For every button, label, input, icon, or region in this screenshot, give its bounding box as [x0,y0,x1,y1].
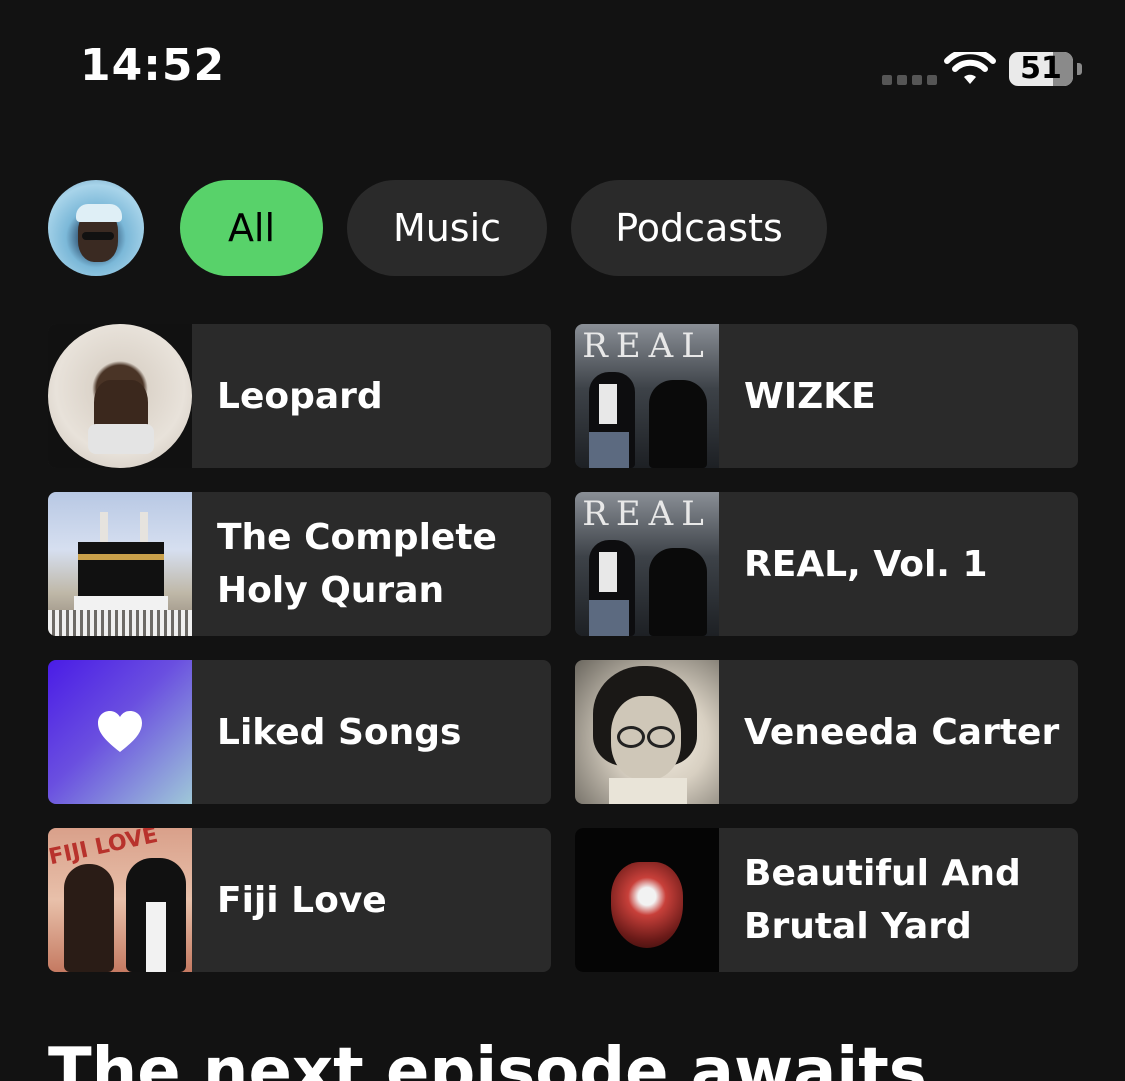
battery-tip [1077,63,1082,75]
shortcut-title: Liked Songs [217,711,462,753]
shortcut-card-real-vol-1[interactable]: REAL REAL, Vol. 1 [575,492,1078,636]
shortcut-card-fiji-love[interactable]: FIJI LOVE Fiji Love [48,828,551,972]
wifi-icon [944,52,996,84]
shortcut-title: Fiji Love [217,879,387,921]
battery-percent: 51 [1020,52,1062,86]
album-cover: REAL [575,324,719,468]
artist-image [48,324,192,468]
home-screen: 14:52 51 All Music Podcasts Leopard REAL… [0,0,1125,1081]
album-cover-text: REAL [582,494,712,534]
filter-chip-podcasts[interactable]: Podcasts [571,180,827,276]
shortcut-title: REAL, Vol. 1 [744,543,988,585]
shortcut-title: The Complete Holy Quran [217,517,497,611]
filter-chip-music[interactable]: Music [347,180,547,276]
shortcut-title: Beautiful And Brutal Yard [744,853,1021,947]
album-cover-text: REAL [582,326,712,366]
shortcut-title: Veneeda Carter [744,711,1060,753]
album-cover [575,660,719,804]
album-cover [575,828,719,972]
shortcut-card-wizke[interactable]: REAL WIZKE [575,324,1078,468]
album-cover: REAL [575,492,719,636]
album-cover: FIJI LOVE [48,828,192,972]
shortcut-card-veneeda-carter[interactable]: Veneeda Carter [575,660,1078,804]
signal-dots-icon [882,75,937,85]
status-time: 14:52 [80,40,226,91]
shortcut-title: Leopard [217,375,383,417]
shortcut-card-liked-songs[interactable]: Liked Songs [48,660,551,804]
album-cover [48,492,192,636]
shortcut-card-beautiful-and-brutal-yard[interactable]: Beautiful And Brutal Yard [575,828,1078,972]
filter-chip-all[interactable]: All [180,180,323,276]
shortcut-card-leopard[interactable]: Leopard [48,324,551,468]
liked-songs-cover [48,660,192,804]
shortcut-card-holy-quran[interactable]: The Complete Holy Quran [48,492,551,636]
shortcut-title: WIZKE [744,375,876,417]
heart-icon [98,711,142,752]
section-title: The next episode awaits [48,1035,927,1081]
profile-avatar[interactable] [48,180,144,276]
battery-icon: 51 [1009,52,1073,86]
